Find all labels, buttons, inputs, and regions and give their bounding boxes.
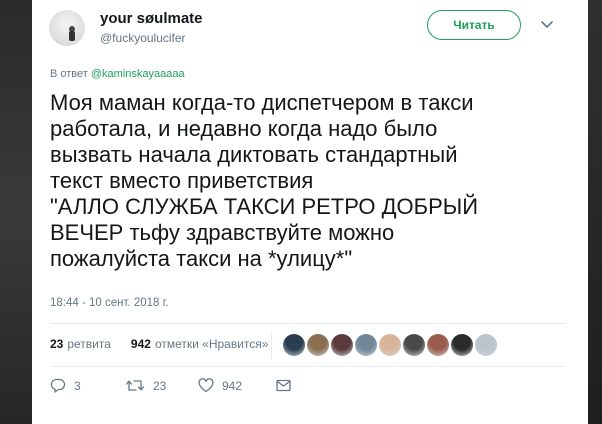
reply-prefix: В ответ — [50, 68, 88, 80]
reply-button[interactable]: 3 — [50, 378, 125, 393]
tweet-card: your søulmate @fuckyoulucifer Читать В о… — [32, 0, 588, 424]
liker-avatar[interactable] — [427, 334, 449, 356]
reply-icon — [50, 378, 66, 393]
liker-avatar[interactable] — [283, 334, 305, 356]
liker-avatars — [283, 334, 497, 356]
like-icon — [198, 378, 214, 393]
like-button[interactable]: 942 — [198, 378, 276, 393]
liker-avatar[interactable] — [475, 334, 497, 356]
message-button[interactable] — [276, 379, 291, 392]
follow-button[interactable]: Читать — [427, 10, 521, 40]
chevron-down-icon[interactable] — [540, 18, 554, 32]
liker-avatar[interactable] — [307, 334, 329, 356]
retweet-button[interactable]: 23 — [125, 378, 198, 393]
divider-top — [50, 323, 566, 324]
retweet-icon — [125, 380, 145, 391]
author-name[interactable]: your søulmate — [100, 10, 203, 27]
tweet-timestamp[interactable]: 18:44 - 10 сент. 2018 г. — [50, 297, 169, 309]
like-count: 942 — [222, 378, 243, 393]
likes-count[interactable]: 942 — [131, 337, 151, 351]
liker-avatar[interactable] — [451, 334, 473, 356]
reply-mention-link[interactable]: @kaminskayaaaaa — [91, 68, 185, 80]
tweet-text: Моя маман когда-то диспетчером в такси р… — [50, 90, 479, 271]
retweets-label[interactable]: ретвита — [67, 337, 111, 351]
liker-avatar[interactable] — [331, 334, 353, 356]
liker-avatar[interactable] — [379, 334, 401, 356]
reply-count: 3 — [74, 378, 81, 393]
tweet-stats: 23 ретвита 942 отметки «Нравится» — [50, 337, 268, 351]
liker-avatar[interactable] — [355, 334, 377, 356]
background-right — [586, 0, 602, 424]
action-bar: 3 23 942 — [50, 378, 291, 393]
message-icon — [276, 379, 291, 392]
likes-label[interactable]: отметки «Нравится» — [155, 337, 269, 351]
reply-context: В ответ @kaminskayaaaaa — [50, 68, 185, 80]
divider-bottom — [50, 366, 566, 367]
avatar-figure-body — [69, 31, 75, 41]
stats-separator — [271, 331, 272, 359]
retweets-count[interactable]: 23 — [50, 337, 63, 351]
retweet-count: 23 — [153, 378, 167, 393]
author-handle[interactable]: @fuckyoulucifer — [100, 31, 186, 45]
liker-avatar[interactable] — [403, 334, 425, 356]
avatar[interactable] — [49, 10, 85, 46]
